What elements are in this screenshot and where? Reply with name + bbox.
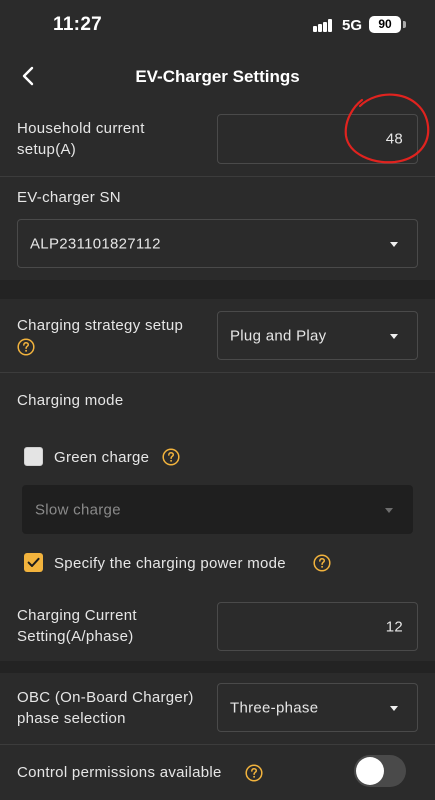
green-charge-checkbox[interactable]: [24, 447, 43, 466]
caret-down-icon: [390, 333, 398, 339]
ev-charger-settings-screen: 11:27 5G 90 EV-Charger Settings Househol…: [0, 0, 435, 800]
obc-phase-label-line2: phase selection: [17, 710, 126, 727]
help-icon[interactable]: [162, 448, 180, 466]
signal-icon: [313, 19, 333, 32]
control-permissions-label: Control permissions available: [17, 764, 222, 781]
page-title: EV-Charger Settings: [135, 67, 300, 86]
divider: [0, 372, 435, 373]
battery-tip: [403, 21, 406, 28]
household-current-label-line2: setup(A): [17, 141, 77, 158]
charging-current-label-line1: Charging Current: [17, 607, 137, 624]
charge-speed-select-disabled: Slow charge: [22, 485, 413, 534]
section-divider: [0, 661, 435, 673]
charging-mode-label: Charging mode: [17, 392, 124, 409]
caret-down-icon: [390, 241, 398, 247]
obc-phase-select[interactable]: Three-phase: [217, 683, 418, 732]
obc-phase-value: Three-phase: [230, 699, 319, 716]
household-current-value: 48: [385, 130, 403, 148]
household-current-label: Household current setup(A): [17, 118, 145, 160]
specify-power-checkbox[interactable]: [24, 553, 43, 572]
household-current-input[interactable]: 48: [217, 114, 418, 164]
charger-sn-label: EV-charger SN: [17, 189, 121, 206]
charging-current-input[interactable]: 12: [217, 602, 418, 651]
divider: [0, 744, 435, 745]
charger-sn-select[interactable]: ALP231101827112: [17, 219, 418, 268]
battery-icon: 90: [369, 16, 401, 33]
charger-sn-value: ALP231101827112: [30, 235, 161, 252]
green-charge-label: Green charge: [54, 449, 150, 466]
charging-strategy-select[interactable]: Plug and Play: [217, 311, 418, 360]
obc-phase-label: OBC (On-Board Charger) phase selection: [17, 687, 194, 729]
charging-strategy-value: Plug and Play: [230, 327, 327, 344]
charging-current-value: 12: [385, 618, 403, 635]
obc-phase-label-line1: OBC (On-Board Charger): [17, 689, 194, 706]
charging-strategy-label: Charging strategy setup: [17, 317, 184, 334]
help-icon[interactable]: [313, 554, 331, 572]
toggle-knob: [356, 757, 384, 785]
household-current-label-line1: Household current: [17, 120, 145, 137]
network-type: 5G: [342, 17, 363, 34]
charge-speed-placeholder: Slow charge: [35, 501, 121, 518]
help-icon[interactable]: [17, 338, 35, 356]
status-time: 11:27: [53, 14, 103, 35]
caret-down-icon: [385, 507, 393, 513]
caret-down-icon: [390, 705, 398, 711]
divider: [0, 176, 435, 177]
status-bar: 11:27 5G 90: [0, 0, 435, 52]
charging-current-label: Charging Current Setting(A/phase): [17, 605, 137, 647]
charging-current-label-line2: Setting(A/phase): [17, 628, 134, 645]
help-icon[interactable]: [245, 764, 263, 782]
header: EV-Charger Settings: [0, 52, 435, 102]
specify-power-label: Specify the charging power mode: [54, 555, 286, 572]
section-divider: [0, 280, 435, 299]
control-permissions-toggle[interactable]: [354, 755, 406, 787]
